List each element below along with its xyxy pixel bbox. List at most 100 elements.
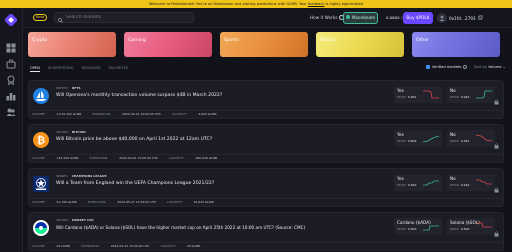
subcategory-label: MARKET CAP xyxy=(71,218,94,222)
expiration-stat: EXPIRATION: 2022-04-01 10:00:00 UTC xyxy=(92,112,161,116)
cardano-solana-icon xyxy=(33,220,49,236)
price-trend-chart-down xyxy=(423,90,439,99)
category-label: SPORTS xyxy=(56,174,68,178)
sort-label: Sort by xyxy=(474,65,487,69)
search-box[interactable] xyxy=(54,12,194,23)
bitcoin-icon: ₿ xyxy=(33,132,49,148)
balance-value: 0.0600 xyxy=(386,15,400,20)
price-trend-chart-up xyxy=(423,225,439,231)
category-other[interactable]: Other xyxy=(412,32,500,57)
clubs-icon[interactable] xyxy=(6,102,16,116)
buy-polk-button[interactable]: Buy $POLK xyxy=(403,12,433,24)
liquidity-stat: LIQUIDITY: 4,620 GLMR xyxy=(171,112,217,116)
category-label: CRYPTO xyxy=(56,218,68,222)
search-icon xyxy=(58,8,63,27)
network-label: Moonbeam xyxy=(351,15,376,20)
checkbox-checked-icon[interactable] xyxy=(426,65,430,69)
price-trend-chart-down xyxy=(476,179,492,185)
tab-resolved[interactable]: RESOLVED xyxy=(82,66,101,72)
outcome-option-cardano[interactable]: Cardano ($ADA) PRICE 0.500 xyxy=(394,218,442,235)
category-label: CRYPTO xyxy=(56,86,68,90)
lock-icon xyxy=(494,90,499,105)
feedback-link[interactable]: feedback xyxy=(308,2,325,6)
info-icon xyxy=(463,65,468,69)
outcome-option-yes[interactable]: Yes PRICE 0.051 xyxy=(394,86,442,103)
opensea-icon xyxy=(33,88,49,104)
market-category: CRYPTO MARKET CAP xyxy=(56,218,94,222)
subcategory-label: CHAMPIONS LEAGUE xyxy=(71,174,107,178)
banner-text-end: is highly appreciated xyxy=(324,2,364,6)
liquidity-stat: LIQUIDITY: 29 GLMR xyxy=(160,244,201,248)
category-gaming[interactable]: Gaming xyxy=(124,32,212,57)
market-footer: VOLUME: 142,439 GLMR EXPIRATION: 2022-04… xyxy=(29,154,503,162)
account-button[interactable]: 0x1fd...2793 xyxy=(437,13,483,23)
price-trend-chart-up xyxy=(476,90,492,99)
liquidity-stat: LIQUIDITY: 25,623 GLMR xyxy=(167,200,214,204)
market-title[interactable]: Will Bitcoin price be above $40,000 on A… xyxy=(56,137,212,142)
market-tabs: OPEN IN REPORTING RESOLVED FAVORITES xyxy=(30,66,128,72)
network-selector-button[interactable]: Moonbeam xyxy=(343,12,378,24)
market-title[interactable]: Will Cardano ($ADA) or Solana ($SOL) hav… xyxy=(56,225,305,230)
market-footer: VOLUME: 1,070,322 GLMR EXPIRATION: 2022-… xyxy=(29,110,503,118)
market-footer: VOLUME: 29 GLMR EXPIRATION: 2022-04-25 1… xyxy=(29,242,503,250)
subcategory-label: NFTS xyxy=(71,86,81,90)
outcome-option-solana[interactable]: Solana ($SOL) PRICE 0.500 xyxy=(447,218,495,235)
chevron-down-icon: ⌄ xyxy=(502,65,506,69)
market-category: SPORTS CHAMPIONS LEAGUE xyxy=(56,174,107,178)
outcome-option-no[interactable]: No PRICE 0.391 xyxy=(447,130,495,147)
portfolio-icon[interactable] xyxy=(6,54,16,69)
tab-in-reporting[interactable]: IN REPORTING xyxy=(48,66,74,72)
outcome-option-yes[interactable]: Yes PRICE 0.609 xyxy=(394,130,442,147)
banner-text: Welcome to Polkamarket! You're on Moonbe… xyxy=(148,2,308,6)
expiration-stat: EXPIRATION: 2022-05-27 23:59:00 UTC xyxy=(87,200,157,204)
price-trend-chart-up xyxy=(423,135,439,143)
lock-icon xyxy=(494,222,499,237)
tab-favorites[interactable]: FAVORITES xyxy=(109,66,129,72)
top-navigation-bar: Beta How it Works Moonbeam 0.0600 GLMR B… xyxy=(23,8,512,28)
outcome-option-no[interactable]: No PRICE 0.949 xyxy=(447,86,495,103)
market-card[interactable]: CRYPTO NFTS Will Opensea's monthly transa… xyxy=(28,80,504,119)
price-trend-chart-down xyxy=(476,134,492,142)
price-trend-chart-down xyxy=(476,222,492,228)
lock-icon xyxy=(494,178,499,193)
expiration-stat: EXPIRATION: 2022-04-25 10:00:00 UTC xyxy=(80,244,150,248)
copy-icon[interactable] xyxy=(477,15,483,21)
avatar xyxy=(437,13,447,23)
sort-dropdown[interactable]: Sort by Volume ⌄ xyxy=(474,65,506,69)
announcement-banner: Welcome to Polkamarket! You're on Moonbe… xyxy=(0,0,512,8)
market-card[interactable]: SPORTS CHAMPIONS LEAGUE Will a Team from … xyxy=(28,168,504,207)
how-it-works-button[interactable]: How it Works xyxy=(310,14,345,22)
achievements-icon[interactable] xyxy=(6,70,16,86)
account-address: 0x1fd...2793 xyxy=(449,15,476,21)
beta-badge: Beta xyxy=(33,14,48,21)
volume-stat: VOLUME: 29 GLMR xyxy=(32,244,70,248)
leaderboard-icon[interactable] xyxy=(6,86,16,101)
verified-markets-toggle[interactable]: Verified markets xyxy=(426,65,468,69)
volume-stat: VOLUME: 142,439 GLMR xyxy=(32,156,79,160)
subcategory-label: BITCOIN xyxy=(71,130,86,134)
category-politics[interactable]: Politics xyxy=(316,32,404,57)
polkamarket-logo-icon[interactable] xyxy=(5,14,17,26)
market-title[interactable]: Will Opensea's monthly transaction volum… xyxy=(56,93,222,98)
category-crypto[interactable]: Crypto xyxy=(28,32,116,57)
category-sports[interactable]: Sports xyxy=(220,32,308,57)
tab-open[interactable]: OPEN xyxy=(30,66,40,72)
volume-stat: VOLUME: 51,706 GLMR xyxy=(32,200,77,204)
outcome-option-no[interactable]: No PRICE 0.440 xyxy=(447,174,495,191)
liquidity-stat: LIQUIDITY: 280,036 GLMR xyxy=(169,156,218,160)
outcome-option-yes[interactable]: Yes PRICE 0.560 xyxy=(394,174,442,191)
market-category: CRYPTO NFTS xyxy=(56,86,81,90)
moonbeam-network-icon xyxy=(345,15,350,19)
market-card[interactable]: CRYPTO MARKET CAP Will Cardano ($ADA) or … xyxy=(28,212,504,251)
market-card[interactable]: ₿ CRYPTO BITCOIN Will Bitcoin price be ab… xyxy=(28,124,504,163)
svg-text:₿: ₿ xyxy=(37,135,45,147)
lock-icon xyxy=(494,134,499,149)
sort-value: Volume xyxy=(488,65,502,69)
price-trend-chart-up xyxy=(423,180,439,186)
search-input[interactable] xyxy=(66,15,186,20)
how-it-works-label: How it Works xyxy=(310,15,338,20)
market-footer: VOLUME: 51,706 GLMR EXPIRATION: 2022-05-… xyxy=(29,198,503,206)
markets-icon[interactable] xyxy=(6,38,16,53)
sidebar xyxy=(0,8,23,252)
market-title[interactable]: Will a Team from England win the UEFA Ch… xyxy=(56,181,214,186)
